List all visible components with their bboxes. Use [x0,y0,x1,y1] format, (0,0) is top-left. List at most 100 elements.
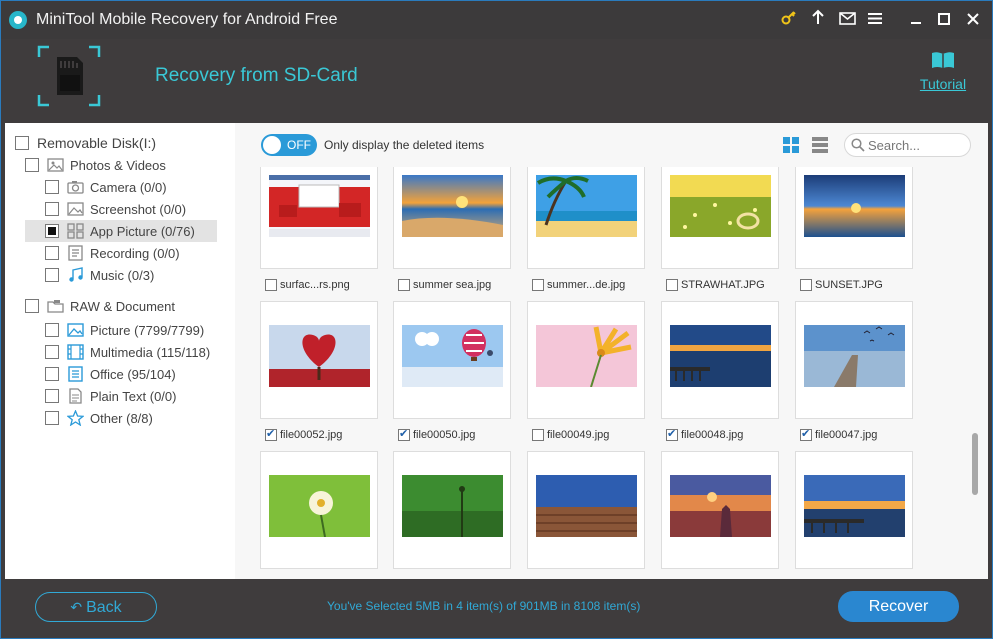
tree-item-checkbox[interactable] [45,323,59,337]
tree-item[interactable]: Music (0/3) [45,264,215,286]
tree-item-checkbox[interactable] [45,202,59,216]
file-thumbnail[interactable] [393,301,511,419]
maximize-icon[interactable] [932,7,956,33]
tree-item[interactable]: Removable Disk(I:) [15,132,225,154]
tree-item[interactable]: App Picture (0/76) [25,220,217,242]
thumbnail-image [536,325,637,387]
file-checkbox[interactable] [532,279,544,291]
thumbnail-image [269,175,370,237]
tree-item-checkbox[interactable] [45,345,59,359]
tutorial-label[interactable]: Tutorial [913,76,973,92]
thumbnail-image [402,475,503,537]
back-button[interactable]: ↶ Back [35,592,157,622]
file-checkbox[interactable] [666,279,678,291]
file-name: summer...de.jpg [547,279,626,291]
toggle-knob [263,136,281,154]
file-checkbox[interactable] [666,427,678,441]
tree-item[interactable]: RAW & Document [25,295,215,317]
vertical-scrollbar[interactable] [970,185,980,575]
tree-item[interactable]: Camera (0/0) [45,176,215,198]
file-name-row[interactable]: file00047.jpg [800,427,877,443]
file-name: file00052.jpg [280,429,343,441]
tree-item-checkbox[interactable] [45,411,59,425]
header: Recovery from SD-Card Tutorial [1,39,992,123]
tree-item-checkbox[interactable] [45,224,59,238]
file-checkbox[interactable] [800,279,812,291]
photos-icon [47,157,64,173]
tree-item-label: RAW & Document [70,298,175,314]
file-checkbox[interactable] [800,427,812,441]
search-input[interactable] [868,137,966,154]
file-checkbox[interactable] [398,279,410,291]
file-name-row[interactable]: summer...de.jpg [532,277,625,293]
file-checkbox[interactable] [398,427,410,441]
file-name-row[interactable]: summer sea.jpg [398,277,491,293]
file-name-row[interactable]: file00050.jpg [398,427,475,443]
scroll-thumb[interactable] [972,433,978,495]
tree-item[interactable]: Office (95/104) [45,363,215,385]
tree-item-label: Recording (0/0) [90,245,180,261]
thumbnail-image [402,325,503,387]
key-icon[interactable] [777,7,801,33]
file-thumbnail[interactable] [527,167,645,269]
file-name-row[interactable]: SUNSET.JPG [800,277,883,293]
tree-item-label: Photos & Videos [70,157,166,173]
close-icon[interactable] [961,7,985,33]
minimize-icon[interactable] [904,7,928,33]
tree-item[interactable]: Photos & Videos [25,154,215,176]
tree-item[interactable]: Multimedia (115/118) [45,341,215,363]
file-name-row[interactable]: surfac...rs.png [265,277,350,293]
tree-item-label: Picture (7799/7799) [90,322,205,338]
tree-item-checkbox[interactable] [25,299,39,313]
multimedia-icon [67,344,84,360]
recover-button[interactable]: Recover [838,591,959,622]
file-thumbnail[interactable] [661,451,779,569]
file-thumbnail[interactable] [661,167,779,269]
file-name-row[interactable]: STRAWHAT.JPG [666,277,765,293]
menu-icon[interactable] [863,7,887,33]
file-thumbnail[interactable] [527,301,645,419]
tree-item-checkbox[interactable] [45,367,59,381]
thumbnail-image [804,175,905,237]
file-thumbnail[interactable] [661,301,779,419]
list-view-icon[interactable] [812,137,828,153]
file-thumbnail[interactable] [393,167,511,269]
file-thumbnail[interactable] [795,451,913,569]
thumbnail-image [804,325,905,387]
file-thumbnail[interactable] [795,167,913,269]
tree-item-checkbox[interactable] [25,158,39,172]
thumbnail-image [536,175,637,237]
tree-item-checkbox[interactable] [45,246,59,260]
upload-icon[interactable] [806,7,830,33]
tree-item-checkbox[interactable] [45,268,59,282]
tree-item[interactable]: Recording (0/0) [45,242,215,264]
tree-item-checkbox[interactable] [45,180,59,194]
grid-view-icon[interactable] [783,137,799,153]
mail-icon[interactable] [835,7,859,33]
file-name-row[interactable]: file00049.jpg [532,427,609,443]
book-icon [932,52,954,68]
file-thumbnail[interactable] [527,451,645,569]
file-name-row[interactable]: file00048.jpg [666,427,743,443]
file-thumbnail[interactable] [260,301,378,419]
tutorial-link[interactable]: Tutorial [913,51,973,92]
file-thumbnail[interactable] [260,167,378,269]
file-thumbnail[interactable] [393,451,511,569]
tree-item[interactable]: Plain Text (0/0) [45,385,215,407]
file-thumbnail[interactable] [795,301,913,419]
tree-item[interactable]: Picture (7799/7799) [45,319,215,341]
file-checkbox[interactable] [532,429,544,441]
tree-item[interactable]: Screenshot (0/0) [45,198,215,220]
search-box[interactable] [844,133,971,157]
tree-item[interactable]: Other (8/8) [45,407,215,429]
app-window: MiniTool Mobile Recovery for Android Fre… [0,0,993,639]
file-thumbnail[interactable] [260,451,378,569]
tree-item-checkbox[interactable] [15,136,29,150]
page-title: Recovery from SD-Card [155,65,358,86]
file-checkbox[interactable] [265,427,277,441]
file-name: surfac...rs.png [280,279,350,291]
file-name-row[interactable]: file00052.jpg [265,427,342,443]
deleted-only-toggle[interactable]: OFF [261,134,317,156]
tree-item-checkbox[interactable] [45,389,59,403]
file-checkbox[interactable] [265,279,277,291]
